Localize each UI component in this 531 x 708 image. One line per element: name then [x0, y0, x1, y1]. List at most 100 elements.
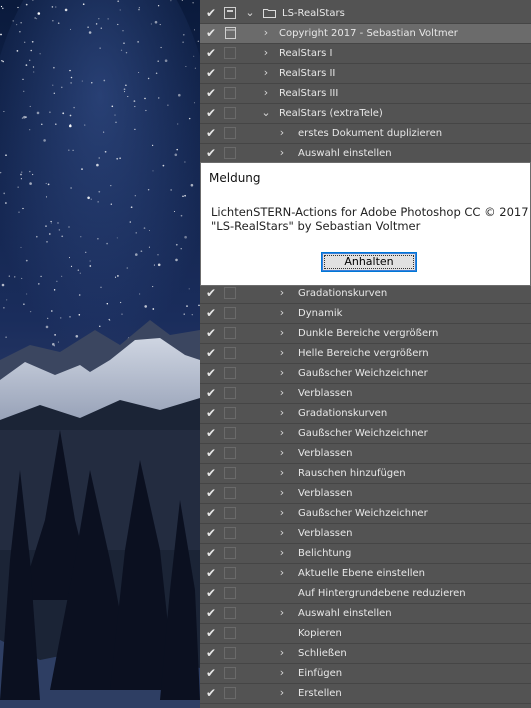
toggle-check-icon[interactable]: ✔: [204, 86, 218, 100]
action-row[interactable]: ✔ ⌄ RealStars (extraTele): [200, 104, 531, 124]
toggle-check-icon[interactable]: ✔: [204, 46, 218, 60]
dialog-toggle-icon[interactable]: [224, 427, 236, 439]
dialog-toggle-icon[interactable]: [224, 387, 236, 399]
chevron-right-icon[interactable]: ›: [276, 286, 288, 300]
toggle-check-icon[interactable]: ✔: [204, 426, 218, 440]
dialog-toggle-icon[interactable]: [224, 687, 236, 699]
document-icon[interactable]: [225, 27, 236, 39]
toggle-check-icon[interactable]: ✔: [204, 626, 218, 640]
chevron-right-icon[interactable]: ›: [276, 606, 288, 620]
action-row[interactable]: ✔ › Dunkle Bereiche vergrößern: [200, 324, 531, 344]
chevron-right-icon[interactable]: ›: [260, 26, 272, 40]
action-row[interactable]: ✔ › RealStars II: [200, 64, 531, 84]
toggle-check-icon[interactable]: ✔: [204, 586, 218, 600]
action-row[interactable]: ✔ › Erstellen: [200, 684, 531, 704]
action-row[interactable]: ✔ › Gradationskurven: [200, 284, 531, 304]
chevron-right-icon[interactable]: ›: [276, 146, 288, 160]
toggle-check-icon[interactable]: ✔: [204, 486, 218, 500]
action-row[interactable]: ✔ › Rauschen hinzufügen: [200, 464, 531, 484]
dialog-toggle-icon[interactable]: [224, 647, 236, 659]
action-row[interactable]: ✔ › Verblassen: [200, 484, 531, 504]
chevron-right-icon[interactable]: ›: [276, 446, 288, 460]
toggle-check-icon[interactable]: ✔: [204, 506, 218, 520]
chevron-right-icon[interactable]: ›: [276, 346, 288, 360]
chevron-right-icon[interactable]: ›: [276, 126, 288, 140]
toggle-check-icon[interactable]: ✔: [204, 526, 218, 540]
dialog-toggle-icon[interactable]: [224, 547, 236, 559]
toggle-check-icon[interactable]: ✔: [204, 386, 218, 400]
chevron-down-icon[interactable]: ⌄: [244, 6, 256, 20]
chevron-right-icon[interactable]: ›: [276, 306, 288, 320]
dialog-toggle-icon[interactable]: [224, 407, 236, 419]
dialog-toggle-icon[interactable]: [224, 67, 236, 79]
chevron-right-icon[interactable]: ›: [276, 506, 288, 520]
dialog-toggle-icon[interactable]: [224, 87, 236, 99]
dialog-toggle-icon[interactable]: [224, 507, 236, 519]
action-row[interactable]: ✔ › Einfügen: [200, 664, 531, 684]
action-row[interactable]: ✔ › Schließen: [200, 644, 531, 664]
dialog-toggle-icon[interactable]: [224, 527, 236, 539]
action-row[interactable]: ✔ › Gaußscher Weichzeichner: [200, 424, 531, 444]
toggle-check-icon[interactable]: ✔: [204, 546, 218, 560]
action-row[interactable]: ✔ › Auswahl einstellen: [200, 604, 531, 624]
action-row[interactable]: ✔ › Gradationskurven: [200, 404, 531, 424]
dialog-toggle-icon[interactable]: [224, 567, 236, 579]
toggle-check-icon[interactable]: ✔: [204, 406, 218, 420]
toggle-check-icon[interactable]: ✔: [204, 306, 218, 320]
toggle-check-icon[interactable]: ✔: [204, 26, 218, 40]
dialog-toggle-icon[interactable]: [224, 287, 236, 299]
dialog-toggle-icon[interactable]: [224, 347, 236, 359]
toggle-check-icon[interactable]: ✔: [204, 66, 218, 80]
toggle-check-icon[interactable]: ✔: [204, 646, 218, 660]
chevron-right-icon[interactable]: ›: [276, 466, 288, 480]
dialog-toggle-icon[interactable]: [224, 587, 236, 599]
toggle-check-icon[interactable]: ✔: [204, 566, 218, 580]
action-set-row[interactable]: ✔ ⌄ LS-RealStars: [200, 4, 531, 24]
chevron-right-icon[interactable]: ›: [276, 686, 288, 700]
dialog-toggle-icon[interactable]: [224, 367, 236, 379]
chevron-right-icon[interactable]: ›: [260, 86, 272, 100]
chevron-right-icon[interactable]: ›: [276, 426, 288, 440]
chevron-down-icon[interactable]: ⌄: [260, 106, 272, 120]
toggle-check-icon[interactable]: ✔: [204, 106, 218, 120]
action-row[interactable]: ✔ › RealStars I: [200, 44, 531, 64]
action-row[interactable]: ✔ › Belichtung: [200, 544, 531, 564]
dialog-toggle-icon[interactable]: [224, 667, 236, 679]
dialog-toggle-icon[interactable]: [224, 467, 236, 479]
chevron-right-icon[interactable]: ›: [276, 666, 288, 680]
action-row[interactable]: ✔ › Helle Bereiche vergrößern: [200, 344, 531, 364]
dialog-toggle-icon[interactable]: [224, 7, 236, 19]
dialog-toggle-icon[interactable]: [224, 487, 236, 499]
toggle-check-icon[interactable]: ✔: [204, 446, 218, 460]
chevron-right-icon[interactable]: ›: [276, 406, 288, 420]
toggle-check-icon[interactable]: ✔: [204, 126, 218, 140]
chevron-right-icon[interactable]: ›: [276, 386, 288, 400]
dialog-toggle-icon[interactable]: [224, 627, 236, 639]
dialog-toggle-icon[interactable]: [224, 447, 236, 459]
action-row[interactable]: ✔ › Dynamik: [200, 304, 531, 324]
toggle-check-icon[interactable]: ✔: [204, 606, 218, 620]
chevron-right-icon[interactable]: ›: [260, 66, 272, 80]
toggle-check-icon[interactable]: ✔: [204, 6, 218, 20]
chevron-right-icon[interactable]: ›: [276, 646, 288, 660]
toggle-check-icon[interactable]: ✔: [204, 326, 218, 340]
chevron-right-icon[interactable]: ›: [276, 546, 288, 560]
action-row[interactable]: ✔ › erstes Dokument duplizieren: [200, 124, 531, 144]
toggle-check-icon[interactable]: ✔: [204, 366, 218, 380]
dialog-toggle-icon[interactable]: [224, 107, 236, 119]
dialog-toggle-icon[interactable]: [224, 327, 236, 339]
action-row[interactable]: ✔ › Gaußscher Weichzeichner: [200, 364, 531, 384]
toggle-check-icon[interactable]: ✔: [204, 346, 218, 360]
action-row[interactable]: ✔ › Copyright 2017 - Sebastian Voltmer: [200, 24, 531, 44]
dialog-toggle-icon[interactable]: [224, 127, 236, 139]
dialog-toggle-icon[interactable]: [224, 47, 236, 59]
chevron-right-icon[interactable]: ›: [276, 566, 288, 580]
action-row[interactable]: ✔ › Verblassen: [200, 524, 531, 544]
chevron-right-icon[interactable]: ›: [276, 366, 288, 380]
chevron-right-icon[interactable]: ›: [276, 326, 288, 340]
action-row[interactable]: ✔ Auf Hintergrundebene reduzieren: [200, 584, 531, 604]
chevron-right-icon[interactable]: ›: [276, 526, 288, 540]
action-row[interactable]: ✔ › Verblassen: [200, 384, 531, 404]
dialog-toggle-icon[interactable]: [224, 147, 236, 159]
dialog-toggle-icon[interactable]: [224, 307, 236, 319]
